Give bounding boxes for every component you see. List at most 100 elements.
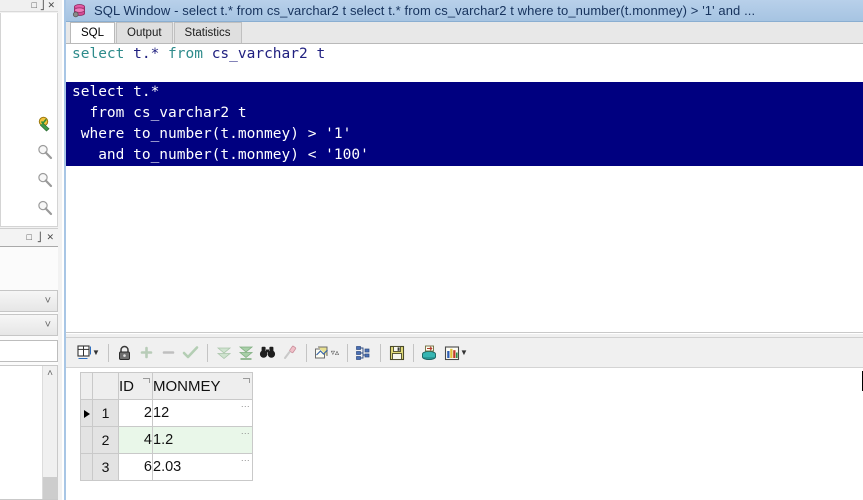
tab-output-label: Output [127,27,162,39]
grid-indicator-header [80,372,93,400]
editor-selected-line: and to_number(t.monmey) < '100' [72,147,369,163]
cell-editor-button[interactable]: ... [241,454,250,463]
grid-column-header-id[interactable]: ID [118,372,153,400]
column-resize-grip-icon[interactable] [143,378,150,383]
results-grid[interactable]: ID MONMEY 1 2 12 ... 2 4 1.2 ... 3 6 2.0… [80,371,863,481]
current-row-indicator-icon [84,410,90,418]
save-icon[interactable] [386,341,408,365]
cell-editor-button[interactable]: ... [241,427,250,436]
left-dock-content-bottom: ˅ ˅ ˄ [0,247,58,500]
toolbar-separator [379,343,381,362]
search-icon[interactable] [37,172,53,188]
cell-monmey[interactable]: 12 ... [152,399,253,427]
left-dock-combobox-1[interactable]: ˅ [0,290,58,312]
export-data-icon[interactable] [419,341,441,365]
editor-selected-line: where to_number(t.monmey) > '1' [72,126,352,142]
close-icon[interactable]: ✕ [47,1,55,10]
toolbar-separator [346,343,348,362]
row-selector-cell[interactable] [80,426,93,454]
fetch-last-page-icon[interactable] [235,341,257,365]
tab-sql[interactable]: SQL [70,22,116,43]
pin-icon[interactable]: ⎦ [37,233,42,242]
find-icon[interactable] [257,341,279,365]
cell-value: 1.2 [153,432,174,448]
cell-editor-button[interactable]: ... [241,400,250,409]
cell-monmey[interactable]: 2.03 ... [152,453,253,481]
close-icon[interactable]: ✕ [46,233,54,242]
table-row[interactable]: 3 6 2.03 ... [80,453,253,481]
tab-sql-label: SQL [81,27,105,39]
grid-layout-dropdown-icon[interactable]: ▼ [92,348,100,357]
add-row-icon[interactable] [136,341,158,365]
grid-column-header-monmey[interactable]: MONMEY [152,372,253,400]
sort-ascending-icon[interactable]: ▵ [335,348,339,357]
tab-output[interactable]: Output [116,22,173,43]
toolbar-separator [206,343,208,362]
results-toolbar: ▼ ▿ ▵ ▼ [66,338,863,368]
column-resize-grip-icon[interactable] [243,378,250,383]
cell-id[interactable]: 6 [118,453,153,481]
editor-selected-statement[interactable]: select t.* from cs_varchar2 t where to_n… [66,82,863,166]
tab-strip: SQL Output Statistics [66,22,863,44]
row-number-cell: 2 [92,426,119,454]
sql-identifier: cs_varchar2 t [202,46,326,62]
cell-value: 2.03 [153,459,182,475]
search-icon[interactable] [37,144,53,160]
grid-column-label: ID [119,377,134,395]
cell-value: 4 [143,432,152,448]
clear-filter-icon[interactable] [279,341,301,365]
sql-window-title: SQL Window - select t.* from cs_varchar2… [94,3,756,18]
scrollbar-thumb[interactable] [43,477,58,499]
cell-monmey[interactable]: 1.2 ... [152,426,253,454]
sql-editor[interactable]: select t.* from cs_varchar2 t select t.*… [66,44,863,333]
toolbar-separator [305,343,307,362]
left-dock-text-input[interactable] [0,340,58,362]
cell-value: 6 [143,459,152,475]
chevron-down-icon: ˅ [44,318,51,331]
left-dock-content-top [0,13,58,227]
chart-dropdown-icon[interactable]: ▼ [460,348,468,357]
sql-keyword: select [72,46,125,62]
left-dock-titlebar-top: □ ⎦ ✕ [0,0,58,12]
lock-icon[interactable] [114,341,136,365]
row-number-cell: 3 [92,453,119,481]
cell-id[interactable]: 2 [118,371,863,427]
fetch-next-page-icon[interactable] [213,341,235,365]
remove-row-icon[interactable] [158,341,180,365]
row-selector-cell[interactable] [80,399,93,427]
grid-column-label: MONMEY [153,377,221,395]
pin-icon[interactable]: ⎦ [40,1,45,10]
restore-icon[interactable]: □ [27,233,32,242]
editor-selected-line: from cs_varchar2 t [72,105,247,121]
scroll-up-icon[interactable]: ˄ [43,366,57,381]
left-dock-list-area: ˄ [0,365,58,500]
left-dock-combobox-2[interactable]: ˅ [0,314,58,336]
sql-window: SQL Window - select t.* from cs_varchar2… [64,0,863,500]
left-dock-titlebar-bottom: □ ⎦ ✕ [0,228,58,247]
left-dock-icon-strip [34,116,56,216]
results-grid-container[interactable]: ID MONMEY 1 2 12 ... 2 4 1.2 ... 3 6 2.0… [66,368,863,500]
cell-id[interactable]: 4 [118,426,153,454]
chevron-down-icon: ˅ [44,294,51,307]
tab-statistics-label: Statistics [184,27,231,39]
left-dock-scrollbar[interactable]: ˄ [42,366,58,499]
cell-value: 2 [143,405,152,421]
cell-value: 12 [153,405,170,421]
table-row[interactable]: 2 4 1.2 ... [80,426,253,454]
sql-identifier: t.* [124,46,169,62]
toolbar-separator [412,343,414,362]
tab-statistics[interactable]: Statistics [173,22,242,43]
editor-line-1: select t.* from cs_varchar2 t [66,44,863,65]
restore-icon[interactable]: □ [32,1,37,10]
table-row[interactable]: 1 2 12 ... [80,371,863,427]
post-changes-icon[interactable] [180,341,202,365]
sql-keyword: from [168,46,203,62]
search-highlight-icon[interactable] [37,116,53,132]
row-number-cell: 1 [92,399,119,427]
screen: □ ⎦ ✕ □ ⎦ ✕ ˅ ˅ ˄ SQL Window - select t.… [0,0,863,500]
left-dock-panel: □ ⎦ ✕ □ ⎦ ✕ ˅ ˅ ˄ [0,0,62,500]
row-selector-cell[interactable] [80,453,93,481]
editor-selected-line: select t.* [72,84,160,100]
search-icon[interactable] [37,200,53,216]
explain-plan-icon[interactable] [353,341,375,365]
